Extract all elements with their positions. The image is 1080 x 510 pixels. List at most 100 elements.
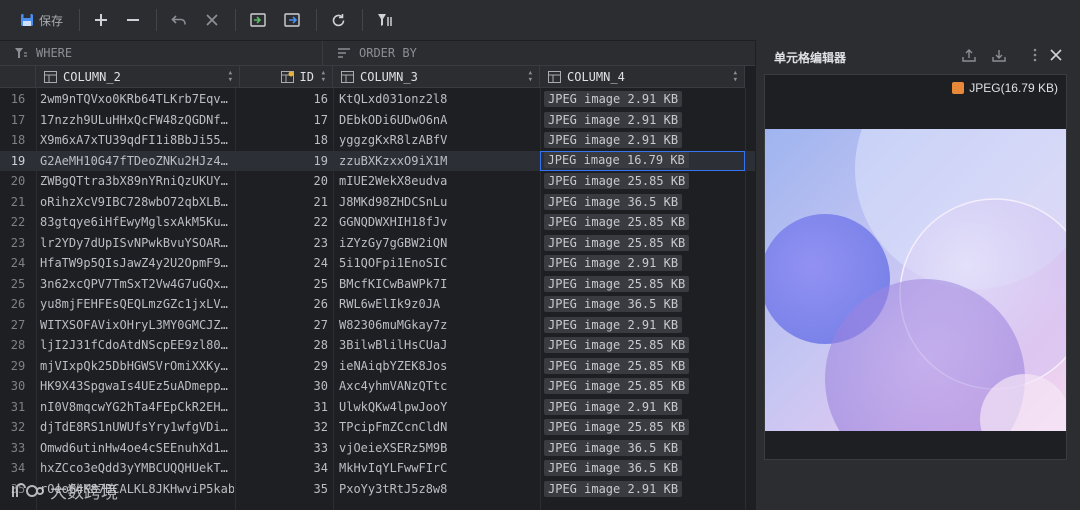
table-row[interactable]: 28 ljI2J31fCdoAtdNScpEE9zl80… 28 3BilwBlilH… xyxy=(0,335,755,356)
cell-column-3[interactable]: MkHvIqYLFwwFIrC xyxy=(336,458,536,479)
cell-id[interactable]: 19 xyxy=(234,151,331,172)
table-row[interactable]: 29 mjVIxpQk25DbHGWSVrOmiXXKy… 29 ieNAiqbYZE… xyxy=(0,355,755,377)
cell-id[interactable]: 23 xyxy=(234,233,331,254)
cell-column-3[interactable]: RWL6wElIk9z0JA xyxy=(336,294,536,315)
cell-column-3[interactable]: KtQLxd031onz2l8 xyxy=(336,89,536,110)
cell-column-2[interactable]: X9m6xA7xTU39qdFI1i8BbJi55… xyxy=(36,130,234,151)
cell-column-4[interactable]: JPEG image 2.91 KB xyxy=(540,397,745,418)
undo-button[interactable] xyxy=(165,7,193,33)
cell-column-3[interactable]: ieNAiqbYZEK8Jos xyxy=(336,356,536,377)
cell-column-4[interactable]: JPEG image 2.91 KB xyxy=(540,253,745,274)
table-row[interactable]: 17 17nzzh9ULuHHxQcFW48zQGDNf… 17 DEbkODi6UD… xyxy=(0,109,755,131)
cell-column-2[interactable]: 17nzzh9ULuHHxQcFW48zQGDNf… xyxy=(36,110,234,131)
where-filter-input[interactable]: WHERE xyxy=(0,41,323,65)
table-row[interactable]: 16 2wm9nTQVxo0KRb64TLKrb7Eqv… 16 KtQLxd031o… xyxy=(0,89,755,110)
cell-column-3[interactable]: Axc4yhmVANzQTtc xyxy=(336,376,536,397)
table-row[interactable]: 26 yu8mjFEHFEsQEQLmzGZc1jxLV… 26 RWL6wElIk9… xyxy=(0,294,755,315)
cell-id[interactable]: 31 xyxy=(234,397,331,418)
cell-column-4[interactable]: JPEG image 2.91 KB xyxy=(540,110,745,131)
refresh-button[interactable] xyxy=(325,7,352,33)
cell-column-3[interactable]: PxoYy3tRtJ5z8w8 xyxy=(336,479,536,500)
cell-column-2[interactable]: HfaTW9p5QIsJawZ4y2U2OpmF9… xyxy=(36,253,234,274)
cell-id[interactable]: 33 xyxy=(234,438,331,459)
table-row[interactable]: 21 oRihzXcV9IBC728wbO72qbXLB… 21 J8MKd98ZHD… xyxy=(0,191,755,213)
save-button[interactable]: 保存 xyxy=(14,7,69,33)
cell-column-2[interactable]: yu8mjFEHFEsQEQLmzGZc1jxLV… xyxy=(36,294,234,315)
upload-icon[interactable] xyxy=(962,48,976,62)
cell-column-4[interactable]: JPEG image 36.5 KB xyxy=(540,294,745,315)
cell-id[interactable]: 28 xyxy=(234,335,331,356)
cell-column-4[interactable]: JPEG image 25.85 KB xyxy=(540,274,745,295)
table-row[interactable]: 27 WITXSOFAVixOHryL3MY0GMCJZ… 27 W82306muMG… xyxy=(0,314,755,336)
cell-column-2[interactable]: WITXSOFAVixOHryL3MY0GMCJZ… xyxy=(36,315,234,336)
cell-column-2[interactable]: ZWBgQTtra3bX89nYRniQzUKUY… xyxy=(36,171,234,192)
cell-id[interactable]: 20 xyxy=(234,171,331,192)
column-header-column-4[interactable]: COLUMN_4 ▴ ▾ xyxy=(540,66,745,88)
cell-id[interactable]: 22 xyxy=(234,212,331,233)
cell-column-3[interactable]: J8MKd98ZHDCSnLu xyxy=(336,192,536,213)
cell-id[interactable]: 17 xyxy=(234,110,331,131)
cell-column-3[interactable]: zzuBXKzxxO9iX1M xyxy=(336,151,536,172)
cell-id[interactable]: 27 xyxy=(234,315,331,336)
cell-id[interactable]: 34 xyxy=(234,458,331,479)
cell-column-2[interactable]: 83gtqye6iHfEwyMglsxAkM5Ku… xyxy=(36,212,234,233)
cell-column-4[interactable]: JPEG image 25.85 KB xyxy=(540,212,745,233)
table-row[interactable]: 18 X9m6xA7xTU39qdFI1i8BbJi55… 18 yggzgKxR8l… xyxy=(0,130,755,151)
cell-column-4[interactable]: JPEG image 25.85 KB xyxy=(540,356,745,377)
close-icon[interactable] xyxy=(1050,48,1062,62)
table-row[interactable]: 33 Omwd6utinHw4oe4cSEEnuhXd1… 33 vjOeieXSER… xyxy=(0,437,755,459)
cell-column-2[interactable]: hxZCco3eQdd3yYMBCUQQHUekT… xyxy=(36,458,234,479)
cell-column-3[interactable]: DEbkODi6UDwO6nA xyxy=(336,110,536,131)
table-row[interactable]: 23 lr2YDy7dUpISvNPwkBvuYSOAR… 23 iZYzGy7gGB… xyxy=(0,232,755,254)
cell-column-3[interactable]: UlwkQKw4lpwJooY xyxy=(336,397,536,418)
cell-id[interactable]: 21 xyxy=(234,192,331,213)
column-header-column-3[interactable]: COLUMN_3 ▴ ▾ xyxy=(333,66,540,88)
cell-column-3[interactable]: 3BilwBlilHsCUaJ xyxy=(336,335,536,356)
cell-column-4[interactable]: JPEG image 16.79 KB xyxy=(540,150,745,171)
table-row[interactable]: 32 djTdE8RS1nUWUfsYry1wfgVDi… 32 TPcipFmZCc… xyxy=(0,417,755,438)
table-row[interactable]: 22 83gtqye6iHfEwyMglsxAkM5Ku… 22 GGNQDWXHIH… xyxy=(0,212,755,233)
cell-column-4[interactable]: JPEG image 2.91 KB xyxy=(540,89,745,110)
sort-icon[interactable]: ▴ ▾ xyxy=(228,69,233,85)
cell-column-4[interactable]: JPEG image 2.91 KB xyxy=(540,479,745,500)
import-button[interactable] xyxy=(244,7,272,33)
cell-id[interactable]: 18 xyxy=(234,130,331,151)
cell-column-2[interactable]: mjVIxpQk25DbHGWSVrOmiXXKy… xyxy=(36,356,234,377)
table-row[interactable]: 25 3n62xcQPV7TmSxT2Vw4G7uGQx… 25 BMcfKICwBa… xyxy=(0,273,755,295)
cell-column-4[interactable]: JPEG image 36.5 KB xyxy=(540,458,745,479)
cell-column-4[interactable]: JPEG image 25.85 KB xyxy=(540,233,745,254)
cell-column-3[interactable]: yggzgKxR8lzABfV xyxy=(336,130,536,151)
cell-id[interactable]: 35 xyxy=(234,479,331,500)
cell-column-2[interactable]: 2wm9nTQVxo0KRb64TLKrb7Eqv… xyxy=(36,89,234,110)
order-by-input[interactable]: ORDER BY xyxy=(323,41,417,65)
cell-column-2[interactable]: ljI2J31fCdoAtdNScpEE9zl80… xyxy=(36,335,234,356)
table-row[interactable]: 24 HfaTW9p5QIsJawZ4y2U2OpmF9… 24 5i1QOFpi1E… xyxy=(0,253,755,274)
table-row[interactable]: 20 ZWBgQTtra3bX89nYRniQzUKUY… 20 mIUE2WekX8… xyxy=(0,171,755,192)
cell-column-4[interactable]: JPEG image 25.85 KB xyxy=(540,376,745,397)
cell-id[interactable]: 16 xyxy=(234,89,331,110)
delete-row-button[interactable] xyxy=(120,7,146,33)
table-row[interactable]: 19 G2AeMH10G47fTDeoZNKu2HJz4… 19 zzuBXKzxxO… xyxy=(0,150,755,172)
cell-column-4[interactable]: JPEG image 25.85 KB xyxy=(540,335,745,356)
cell-column-4[interactable]: JPEG image 2.91 KB xyxy=(540,315,745,336)
cell-id[interactable]: 25 xyxy=(234,274,331,295)
cancel-changes-button[interactable] xyxy=(199,7,225,33)
filter-button[interactable] xyxy=(371,7,399,33)
cell-column-4[interactable]: JPEG image 2.91 KB xyxy=(540,130,745,151)
cell-column-2[interactable]: 3n62xcQPV7TmSxT2Vw4G7uGQx… xyxy=(36,274,234,295)
cell-column-2[interactable]: Omwd6utinHw4oe4cSEEnuhXd1… xyxy=(36,438,234,459)
cell-column-3[interactable]: iZYzGy7gGBW2iQN xyxy=(336,233,536,254)
cell-id[interactable]: 26 xyxy=(234,294,331,315)
column-header-id[interactable]: ID ▴ ▾ xyxy=(240,66,333,88)
cell-column-2[interactable]: oRihzXcV9IBC728wbO72qbXLB… xyxy=(36,192,234,213)
table-row[interactable]: 34 hxZCco3eQdd3yYMBCUQQHUekT… 34 MkHvIqYLFw… xyxy=(0,458,755,479)
cell-column-2[interactable]: G2AeMH10G47fTDeoZNKu2HJz4… xyxy=(36,151,234,172)
cell-id[interactable]: 30 xyxy=(234,376,331,397)
cell-column-2[interactable]: lr2YDy7dUpISvNPwkBvuYSOAR… xyxy=(36,233,234,254)
sort-icon[interactable]: ▴ ▾ xyxy=(528,69,533,85)
table-row[interactable]: 31 nI0V8mqcwYG2hTa4FEpCkR2EH… 31 UlwkQKw4lp… xyxy=(0,396,755,418)
cell-column-4[interactable]: JPEG image 25.85 KB xyxy=(540,171,745,192)
column-header-column-2[interactable]: COLUMN_2 ▴ ▾ xyxy=(36,66,240,88)
cell-id[interactable]: 24 xyxy=(234,253,331,274)
cell-column-3[interactable]: GGNQDWXHIH18fJv xyxy=(336,212,536,233)
